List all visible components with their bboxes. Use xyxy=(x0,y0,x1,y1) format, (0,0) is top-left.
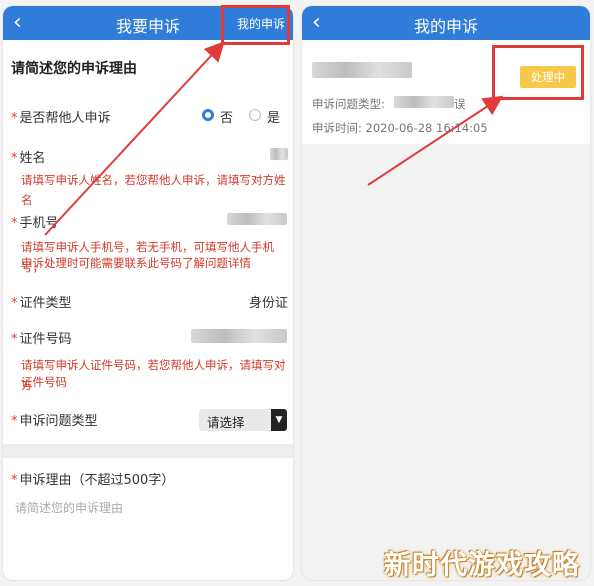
annotation-arrows xyxy=(44,41,504,236)
watermark: 新时代游戏攻略 xyxy=(384,550,580,581)
arrow-right xyxy=(367,95,504,186)
arrow-left xyxy=(44,41,225,236)
